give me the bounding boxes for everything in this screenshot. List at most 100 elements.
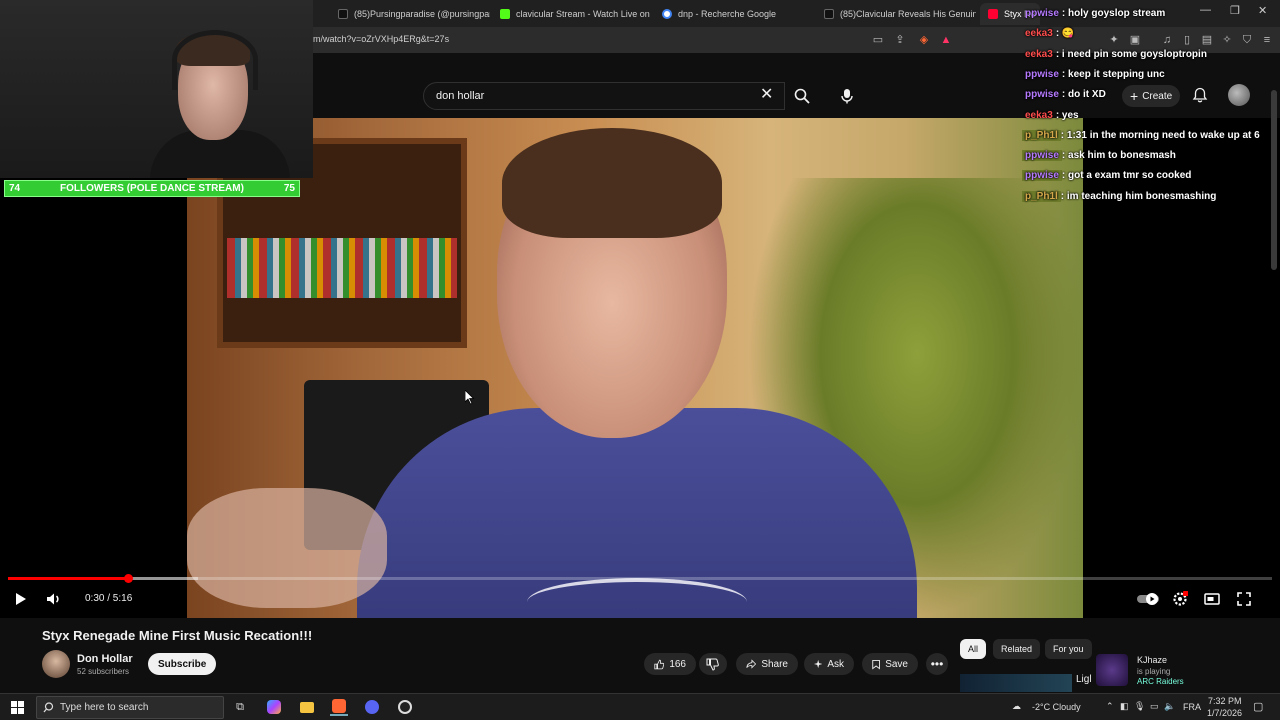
chat-text: : 1:31 in the morning need to wake up at… [1060,129,1260,141]
mouse-cursor-icon [465,390,475,405]
task-view-button[interactable]: ⧉ [231,698,249,716]
search-input[interactable]: don hollar [423,82,785,110]
bell-icon [1192,87,1208,103]
goal-target: 75 [283,183,295,194]
microphone-icon [841,89,853,104]
file-explorer-button[interactable] [298,698,316,716]
discord-taskbar-button[interactable] [363,698,381,716]
wallet-icon[interactable]: ▤ [1200,33,1214,47]
clock-time[interactable]: 7:32 PM [1208,696,1242,706]
chat-message: eeka3: i need pin some goysloptropin [1022,49,1207,60]
browser-tab-2[interactable]: clavicular Stream - Watch Live on Ki [492,3,652,25]
weather-icon[interactable]: ☁ [1012,701,1021,712]
copilot-button[interactable] [265,698,283,716]
chat-text: : ask him to bonesmash [1061,150,1176,162]
google-icon [662,9,672,19]
cast-icon[interactable]: ▭ [871,33,885,47]
taskbar-search[interactable]: Type here to search [36,696,224,719]
chat-username: ppwise [1022,150,1062,162]
maximize-icon[interactable]: ❐ [1230,4,1240,17]
related-video-title[interactable]: Ligl [1076,674,1092,685]
weather-text[interactable]: -2°C Cloudy [1032,702,1081,712]
close-window-icon[interactable]: ✕ [1258,4,1267,17]
leo-ai-icon[interactable]: ✧ [1220,33,1234,47]
brave-rewards-icon[interactable]: ▲ [939,33,953,47]
volume-icon [47,593,59,605]
vpn-icon[interactable]: ⛉ [1240,33,1254,47]
progress-bar[interactable] [8,577,1272,580]
chat-text: : holy goyslop stream [1061,8,1166,19]
chat-username: p_Ph1l [1022,129,1061,141]
related-video-thumbnail[interactable] [960,674,1072,692]
ask-label: Ask [827,658,844,670]
brave-shields-icon[interactable]: ◈ [917,33,931,47]
subscribe-button[interactable]: Subscribe [148,653,217,675]
tray-app-icon[interactable]: ◧ [1120,701,1129,712]
tab-label: (85)Pursingparadise (@pursingparadi [354,9,490,19]
ask-button[interactable]: Ask [804,653,854,675]
like-button[interactable]: 166 [644,653,696,675]
clock-date[interactable]: 1/7/2026 [1207,708,1242,718]
brave-taskbar-button[interactable] [330,698,348,716]
chip-for-you[interactable]: For you [1045,639,1092,659]
voice-search-button[interactable] [832,81,862,111]
play-button[interactable] [12,590,30,608]
clear-search-icon[interactable]: ✕ [760,86,773,104]
sidebar-toggle-icon[interactable]: ▯ [1180,33,1194,47]
goal-current: 74 [9,183,21,194]
url-field[interactable]: m/watch?v=oZrVXHp4ERg&t=27s [313,34,449,44]
share-button[interactable]: Share [736,653,798,675]
browser-tab-1[interactable]: (85)Pursingparadise (@pursingparadi [330,3,490,25]
save-button[interactable]: Save [862,653,918,675]
follower-goal-bar: 74 FOLLOWERS (POLE DANCE STREAM) 75 [4,180,300,197]
channel-avatar[interactable] [42,650,70,678]
scrubber-handle[interactable] [124,574,134,583]
tray-overflow-icon[interactable]: ⌃ [1106,701,1114,712]
share-page-icon[interactable]: ⇪ [893,33,907,47]
chat-text: : im teaching him bonesmashing [1060,190,1217,202]
browser-tab-4[interactable]: (85)Clavicular Reveals His Genuine L [816,3,976,25]
chat-message: eeka3: 😋 [1022,28,1074,39]
taskbar-search-placeholder: Type here to search [60,702,149,713]
chat-text: : keep it stepping unc [1061,68,1165,80]
extensions-icon[interactable]: ✦ [1107,33,1121,47]
page-scrollbar[interactable] [1271,90,1277,270]
more-actions-button[interactable]: ••• [926,653,948,675]
chat-message: ppwise: do it XD [1022,89,1106,100]
tab-search-icon[interactable]: ▣ [1128,33,1142,47]
language-indicator[interactable]: FRA [1183,702,1201,712]
chip-related[interactable]: Related [993,639,1041,659]
autoplay-toggle[interactable] [1136,590,1160,608]
minimize-icon[interactable]: — [1200,4,1211,16]
menu-icon[interactable]: ≡ [1260,33,1274,47]
network-icon[interactable]: ▭ [1150,701,1159,712]
speaker-icon[interactable]: 🔈 [1164,701,1175,712]
theater-mode-button[interactable] [1202,590,1222,608]
volume-button[interactable] [45,590,63,608]
settings-button[interactable] [1170,590,1190,608]
notification-center-icon[interactable]: ▢ [1253,700,1263,713]
start-button[interactable] [8,698,26,716]
account-avatar[interactable] [1228,84,1250,106]
youtube-icon [988,9,998,19]
search-button[interactable] [786,82,818,110]
chat-username: eeka3 [1025,109,1053,121]
channel-name[interactable]: Don Hollar [77,653,133,665]
notifications-button[interactable] [1192,87,1208,108]
browser-tab-3[interactable]: dnp - Recherche Google [654,3,814,25]
video-frame[interactable] [187,118,1083,618]
save-label: Save [885,658,908,670]
chip-all[interactable]: All [960,639,987,659]
microphone-tray-icon[interactable]: 🎙 [1134,701,1145,712]
media-icon[interactable]: ♫ [1160,33,1174,47]
fullscreen-button[interactable] [1234,590,1254,608]
create-button[interactable]: + Create [1122,85,1181,107]
play-icon [16,593,26,605]
dislike-button[interactable] [699,653,727,675]
obs-taskbar-button[interactable] [396,698,414,716]
copilot-icon [267,700,281,714]
sparkle-icon [814,659,823,669]
chat-message: p_Ph1l: im teaching him bonesmashing [1022,190,1217,202]
task-view-icon: ⧉ [236,700,244,713]
discord-icon [365,700,379,714]
